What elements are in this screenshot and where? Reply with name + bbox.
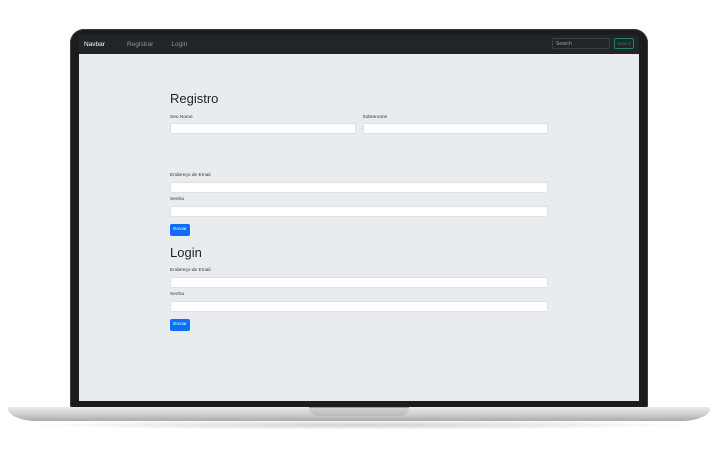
first-name-group: Seu Nome xyxy=(170,115,356,134)
last-name-field[interactable] xyxy=(362,123,548,134)
navbar-brand[interactable]: Navbar xyxy=(84,41,105,48)
registro-title: Registro xyxy=(170,91,219,106)
laptop-shadow xyxy=(20,420,700,430)
login-email-field[interactable] xyxy=(170,277,548,288)
registro-email-field[interactable] xyxy=(170,182,548,193)
first-name-field[interactable] xyxy=(170,123,356,134)
search-form: Search xyxy=(552,38,634,49)
search-input[interactable] xyxy=(552,38,610,49)
search-button[interactable]: Search xyxy=(614,38,634,49)
login-submit-button[interactable]: Enviar xyxy=(170,319,190,331)
registro-submit-button[interactable]: Enviar xyxy=(170,224,190,236)
login-email-label: Endereço de Email xyxy=(170,268,211,273)
name-row: Seu Nome Sobrenome xyxy=(170,115,548,134)
first-name-label: Seu Nome xyxy=(170,115,193,120)
last-name-label: Sobrenome xyxy=(362,115,388,120)
laptop-notch xyxy=(309,407,409,416)
registro-password-field[interactable] xyxy=(170,206,548,217)
login-password-label: Senha xyxy=(170,292,184,297)
browser-viewport: Navbar Registrar Login Search Registro S… xyxy=(79,35,639,401)
nav-link-registrar[interactable]: Registrar xyxy=(127,41,153,48)
login-title: Login xyxy=(170,245,202,260)
login-password-field[interactable] xyxy=(170,301,548,312)
last-name-group: Sobrenome xyxy=(362,115,548,134)
registro-email-label: Endereço de Email xyxy=(170,173,211,178)
navbar: Navbar Registrar Login Search xyxy=(79,35,639,54)
nav-link-login[interactable]: Login xyxy=(171,41,187,48)
registro-password-label: Senha xyxy=(170,197,184,202)
